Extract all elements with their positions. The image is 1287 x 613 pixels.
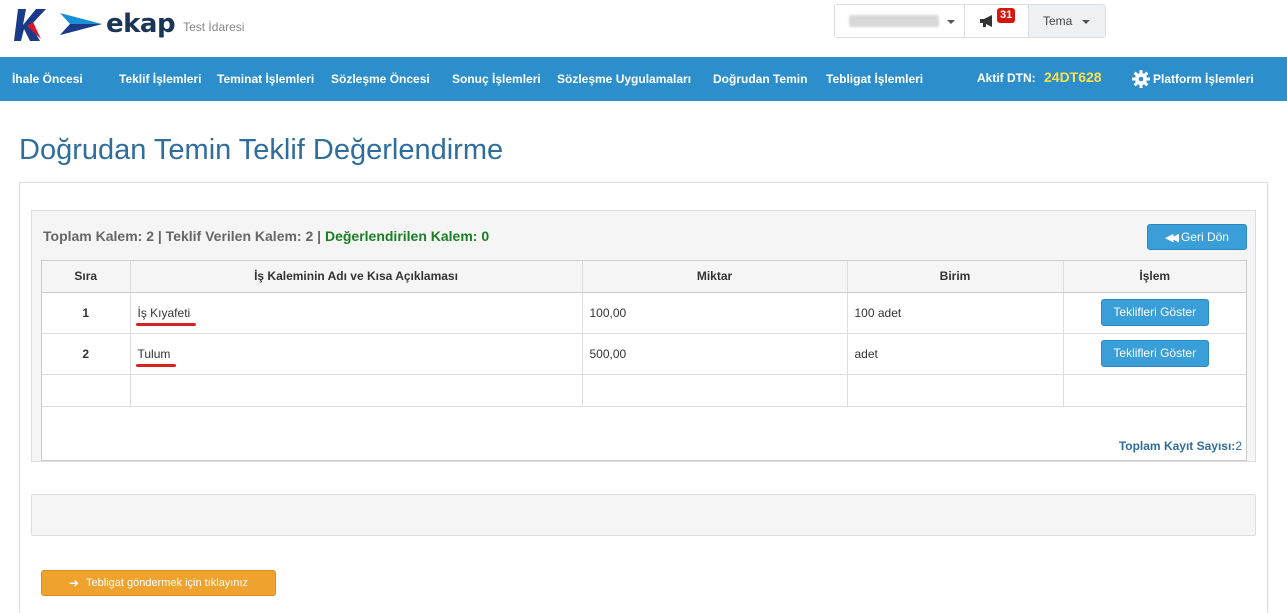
main-panel: Toplam Kalem: 2 | Teklif Verilen Kalem: … — [19, 182, 1268, 613]
total-records-value: 2 — [1235, 439, 1242, 453]
col-islem: İşlem — [1063, 261, 1246, 293]
user-dropdown[interactable] — [835, 5, 965, 37]
nav-teminat-islemleri[interactable]: Teminat İşlemleri — [217, 72, 314, 86]
item-name: Tulum — [135, 346, 177, 367]
empty-cell — [42, 374, 131, 407]
col-birim[interactable]: Birim — [847, 261, 1064, 293]
item-summary: Toplam Kalem: 2 | Teklif Verilen Kalem: … — [43, 228, 489, 244]
org-name: Test İdaresi — [183, 20, 245, 34]
row-miktar: 500,00 — [582, 333, 848, 375]
total-records-label: Toplam Kayıt Sayısı: — [1118, 439, 1236, 453]
notifications-button[interactable]: 31 — [965, 5, 1029, 37]
header-controls: 31 Tema — [834, 4, 1106, 38]
table-row: 2 Tulum 500,00 adet Teklifleri Göster — [42, 333, 1246, 375]
nav-tebligat-islemleri[interactable]: Tebligat İşlemleri — [826, 72, 923, 86]
item-name-text: Tulum — [137, 346, 171, 361]
notification-count-badge: 31 — [997, 8, 1016, 23]
user-name-redacted — [849, 15, 939, 27]
send-notification-button[interactable]: ➜ Tebligat göndermek için tıklayınız — [41, 570, 276, 596]
theme-dropdown[interactable]: Tema — [1029, 5, 1105, 37]
col-sira[interactable]: Sıra — [42, 261, 131, 293]
table-row-empty — [42, 374, 1246, 407]
ekap-logo[interactable]: ekap Test İdaresi — [14, 5, 244, 43]
nav-sozlesme-oncesi[interactable]: Sözleşme Öncesi — [331, 72, 430, 86]
megaphone-icon — [980, 15, 992, 27]
row-name-cell: İş Kıyafeti — [130, 292, 583, 334]
empty-cell — [1063, 374, 1246, 407]
platform-menu[interactable]: Platform İşlemleri — [1131, 69, 1254, 89]
show-offers-button[interactable]: Teklifleri Göster — [1100, 299, 1209, 326]
logo-text: ekap — [106, 9, 176, 39]
nav-ihale-oncesi[interactable]: İhale Öncesi — [12, 72, 83, 86]
summary-text: Toplam Kalem: 2 | Teklif Verilen Kalem: … — [43, 228, 325, 244]
row-action-cell: Teklifleri Göster — [1063, 333, 1246, 375]
main-navbar: İhale Öncesi Teklif İşlemleri Teminat İş… — [0, 57, 1287, 101]
row-miktar: 100,00 — [582, 292, 848, 334]
chevron-down-icon — [947, 20, 955, 24]
nav-sonuc-islemleri[interactable]: Sonuç İşlemleri — [452, 72, 541, 86]
send-notification-label: Tebligat göndermek için tıklayınız — [86, 577, 249, 589]
items-panel: Toplam Kalem: 2 | Teklif Verilen Kalem: … — [31, 210, 1256, 462]
empty-cell — [847, 374, 1064, 407]
nav-sozlesme-uygulamalari[interactable]: Sözleşme Uygulamaları — [557, 72, 691, 86]
active-dtn-value[interactable]: 24DT628 — [1044, 69, 1102, 85]
active-dtn-label: Aktif DTN: — [977, 71, 1036, 85]
row-birim: 100 adet — [847, 292, 1064, 334]
show-offers-button[interactable]: Teklifleri Göster — [1100, 340, 1209, 367]
empty-cell — [582, 374, 848, 407]
empty-cell — [130, 374, 583, 407]
items-table: Sıra İş Kaleminin Adı ve Kısa Açıklaması… — [41, 260, 1247, 461]
item-name: İş Kıyafeti — [135, 305, 197, 326]
row-sira: 1 — [42, 292, 131, 334]
item-name-text: İş Kıyafeti — [137, 305, 191, 320]
row-birim: adet — [847, 333, 1064, 375]
table-header-row: Sıra İş Kaleminin Adı ve Kısa Açıklaması… — [42, 261, 1246, 293]
arrow-right-icon: ➜ — [68, 576, 80, 590]
nav-teklif-islemleri[interactable]: Teklif İşlemleri — [119, 72, 201, 86]
total-records: Toplam Kayıt Sayısı:2 — [1119, 439, 1242, 453]
back-button-label: Geri Dön — [1180, 230, 1229, 244]
table-row: 1 İş Kıyafeti 100,00 100 adet Teklifleri… — [42, 292, 1246, 334]
col-miktar[interactable]: Miktar — [582, 261, 848, 293]
theme-label: Tema — [1043, 14, 1073, 28]
gear-icon — [1132, 70, 1150, 88]
k-logo-icon — [14, 9, 46, 41]
col-name[interactable]: İş Kaleminin Adı ve Kısa Açıklaması — [130, 261, 583, 293]
red-underline-annotation — [135, 363, 177, 367]
back-button[interactable]: ◀◀ Geri Dön — [1147, 224, 1247, 250]
chevron-down-icon — [1082, 20, 1090, 24]
red-underline-annotation — [135, 322, 197, 326]
platform-label: Platform İşlemleri — [1153, 72, 1254, 86]
fast-backward-icon: ◀◀ — [1165, 231, 1179, 244]
page-title: Doğrudan Temin Teklif Değerlendirme — [19, 134, 504, 166]
bird-logo-icon — [60, 13, 102, 35]
evaluated-count: Değerlendirilen Kalem: 0 — [324, 228, 490, 244]
row-name-cell: Tulum — [130, 333, 583, 375]
nav-dogrudan-temin[interactable]: Doğrudan Temin — [713, 72, 807, 86]
row-action-cell: Teklifleri Göster — [1063, 292, 1246, 334]
row-sira: 2 — [42, 333, 131, 375]
top-header: ekap Test İdaresi 31 Tema — [0, 0, 1287, 57]
empty-panel — [31, 494, 1256, 536]
